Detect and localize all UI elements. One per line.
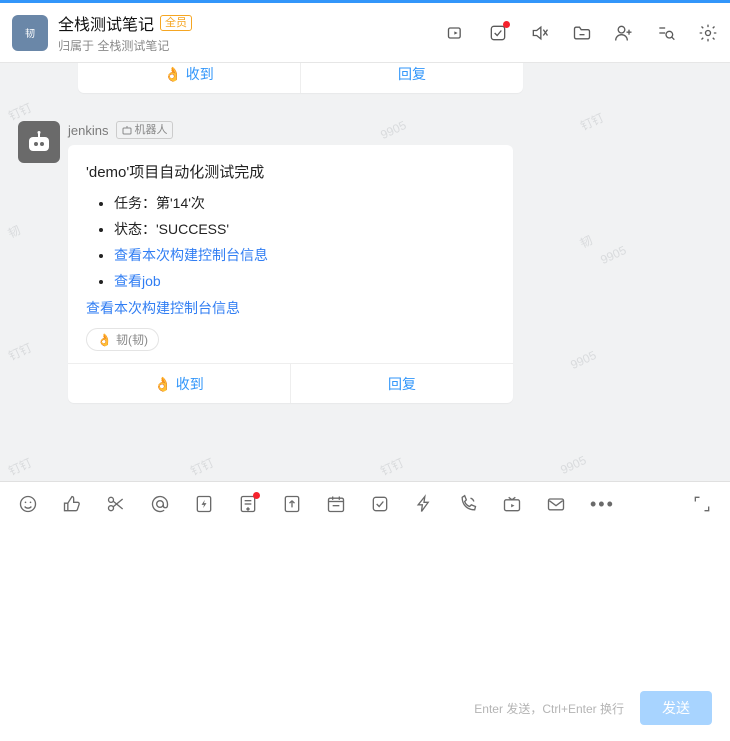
emoji-icon[interactable] xyxy=(18,494,38,514)
previous-message-card: 👌收到 回复 xyxy=(78,63,523,93)
list-item: 任务：第'14'次 xyxy=(114,190,495,216)
list-item: 查看job xyxy=(114,268,495,294)
mention-icon[interactable] xyxy=(150,494,170,514)
phone-icon[interactable] xyxy=(458,494,478,514)
robot-tag: 机器人 xyxy=(116,121,173,139)
task-icon[interactable] xyxy=(370,494,390,514)
job-link[interactable]: 查看job xyxy=(114,273,161,289)
send-hint: Enter 发送，Ctrl+Enter 换行 xyxy=(474,700,624,717)
chat-header: 韧 全栈测试笔记 全员 归属于 全栈测试笔记 xyxy=(0,3,730,63)
message-card: 'demo'项目自动化测试完成 任务：第'14'次 状态：'SUCCESS' 查… xyxy=(68,145,513,403)
ack-button[interactable]: 👌收到 xyxy=(68,364,291,403)
thumbs-up-icon[interactable] xyxy=(62,494,82,514)
add-note-icon[interactable] xyxy=(238,494,258,514)
bot-tag-icon xyxy=(122,125,132,135)
composer-toolbar: ••• xyxy=(0,482,730,526)
lightning-icon[interactable] xyxy=(414,494,434,514)
group-subtitle: 归属于 全栈测试笔记 xyxy=(58,37,192,54)
more-icon[interactable]: ••• xyxy=(590,494,615,515)
watermark: 钉钉 xyxy=(378,454,407,480)
bot-avatar xyxy=(18,121,60,163)
settings-icon[interactable] xyxy=(698,23,718,43)
search-icon[interactable] xyxy=(656,23,676,43)
ok-hand-icon: 👌 xyxy=(164,63,181,94)
watermark: 9905 xyxy=(598,243,628,267)
mail-icon[interactable] xyxy=(546,494,566,514)
ack-button[interactable]: 👌收到 xyxy=(78,63,301,93)
scissors-icon[interactable] xyxy=(106,494,126,514)
send-button[interactable]: 发送 xyxy=(640,691,712,725)
reaction-chip[interactable]: 👌韧(韧) xyxy=(86,328,159,351)
upload-icon[interactable] xyxy=(282,494,302,514)
all-members-badge: 全员 xyxy=(160,15,192,31)
watermark: 韧 xyxy=(577,231,595,251)
ok-hand-icon: 👌 xyxy=(154,364,171,404)
message-input[interactable] xyxy=(0,526,730,696)
watermark: 9905 xyxy=(558,453,588,477)
video-icon[interactable] xyxy=(446,23,466,43)
chat-area: 钉钉 9905 韧 钉钉 韧 9905 钉钉 9905 钉钉 👌收到 回复 je… xyxy=(0,63,730,481)
reply-button[interactable]: 回复 xyxy=(301,63,523,93)
sender-name: jenkins xyxy=(68,123,108,138)
message-title: 'demo'项目自动化测试完成 xyxy=(86,161,495,182)
todo-icon[interactable] xyxy=(488,23,508,43)
ok-hand-icon: 👌 xyxy=(97,333,112,347)
list-item: 状态：'SUCCESS' xyxy=(114,216,495,242)
expand-icon[interactable] xyxy=(692,494,712,514)
flash-card-icon[interactable] xyxy=(194,494,214,514)
watermark: 9905 xyxy=(568,348,598,372)
console-link[interactable]: 查看本次构建控制台信息 xyxy=(114,247,268,263)
folder-icon[interactable] xyxy=(572,23,592,43)
reply-button[interactable]: 回复 xyxy=(291,364,513,403)
watermark: 钉钉 xyxy=(578,109,607,135)
add-user-icon[interactable] xyxy=(614,23,634,43)
composer: ••• Enter 发送，Ctrl+Enter 换行 发送 xyxy=(0,481,730,741)
mute-icon[interactable] xyxy=(530,23,550,43)
message-row: jenkins 机器人 'demo'项目自动化测试完成 任务：第'14'次 状态… xyxy=(18,121,513,403)
watermark: 钉钉 xyxy=(188,454,217,480)
watermark: 钉钉 xyxy=(6,454,35,480)
group-avatar: 韧 xyxy=(12,15,48,51)
live-icon[interactable] xyxy=(502,494,522,514)
group-title: 全栈测试笔记 xyxy=(58,11,154,35)
footer-console-link[interactable]: 查看本次构建控制台信息 xyxy=(86,300,240,316)
calendar-icon[interactable] xyxy=(326,494,346,514)
list-item: 查看本次构建控制台信息 xyxy=(114,242,495,268)
